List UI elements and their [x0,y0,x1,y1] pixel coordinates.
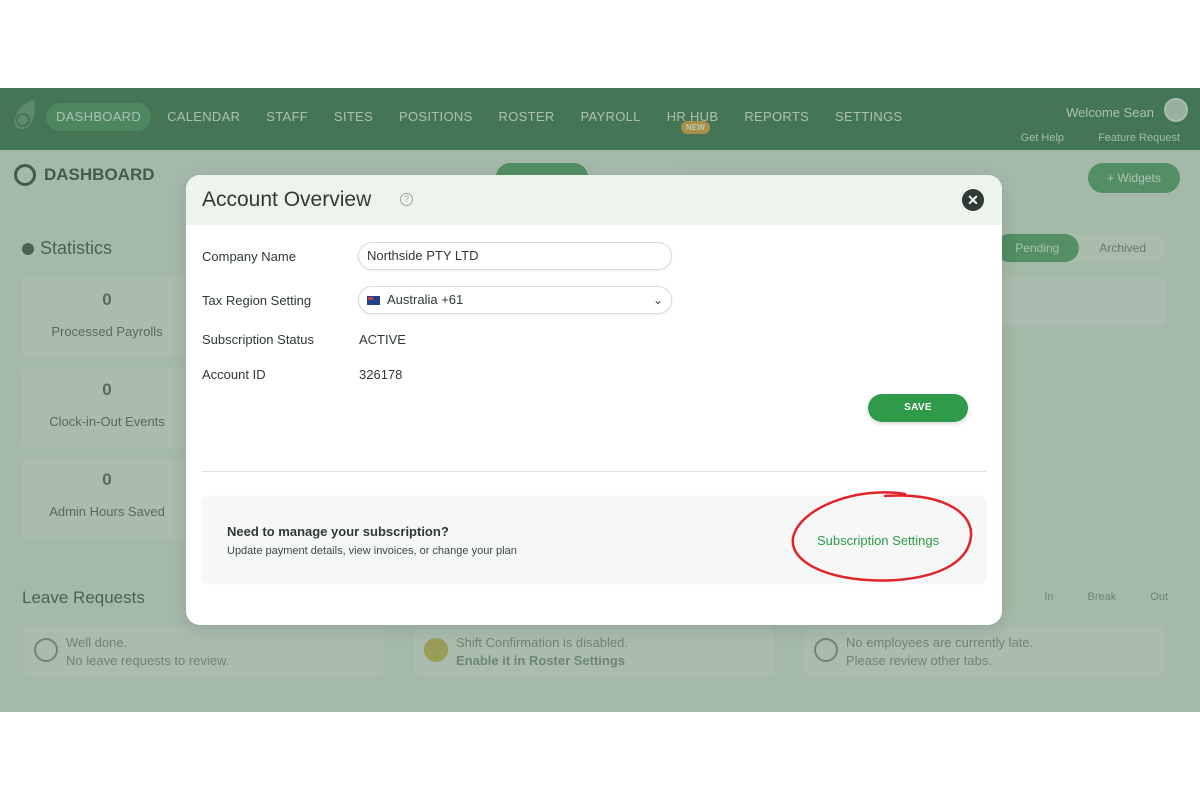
tax-region-label: Tax Region Setting [202,293,312,308]
highlight-circle [791,491,973,582]
modal-header: Account Overview ? ✕ [186,175,1002,225]
subscription-status-label: Subscription Status [202,332,315,347]
manage-subscription-text: Update payment details, view invoices, o… [227,545,517,557]
close-icon[interactable]: ✕ [962,189,984,211]
save-button[interactable]: SAVE [868,394,968,422]
tax-region-value: Australia +61 [387,292,464,307]
manage-subscription-heading: Need to manage your subscription? [227,524,449,539]
subscription-status-value: ACTIVE [359,332,406,347]
divider [202,471,986,472]
manage-subscription-card: Need to manage your subscription? Update… [202,491,986,582]
company-name-label: Company Name [202,249,296,264]
chevron-down-icon: ⌄ [652,293,663,307]
account-id-label: Account ID [202,367,266,382]
app-window: DASHBOARD CALENDAR STAFF SITES POSITIONS… [0,88,1200,712]
company-name-field[interactable]: Northside PTY LTD [358,242,672,270]
help-icon[interactable]: ? [400,193,413,206]
australia-flag-icon [367,295,380,305]
account-id-value: 326178 [359,367,403,382]
tax-region-select[interactable]: Australia +61 ⌄ [358,286,672,314]
account-overview-modal: Account Overview ? ✕ Company Name Norths… [186,175,1002,625]
modal-title: Account Overview [202,188,372,211]
